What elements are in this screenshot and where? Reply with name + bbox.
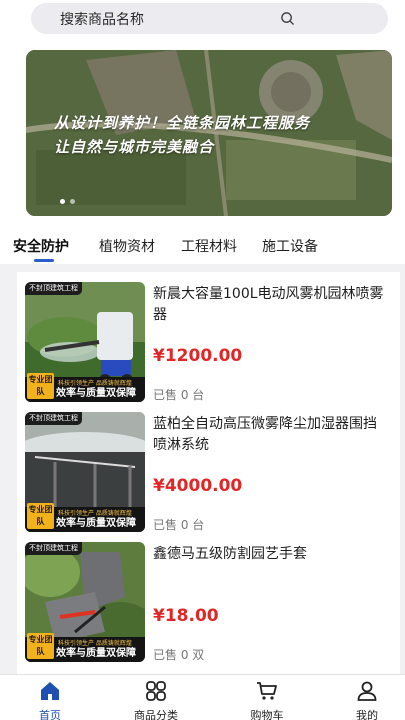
cart-icon xyxy=(257,682,277,700)
nav-mine-label: 我的 xyxy=(356,709,378,720)
product-item[interactable]: 不封顶建筑工程 专业团队 科技引领生产 品质铸就辉煌 效率与质量双保障 鑫德马五… xyxy=(17,532,400,662)
user-icon xyxy=(357,681,377,701)
thumb-top-label: 不封顶建筑工程 xyxy=(25,542,82,555)
category-tabs: 安全防护 植物资材 工程材料 施工设备 xyxy=(0,228,405,264)
product-price: ¥18.00 xyxy=(153,606,219,626)
search-bar[interactable]: 搜索商品名称 xyxy=(31,3,388,34)
active-tab-indicator xyxy=(34,259,54,262)
tab-engineering-materials[interactable]: 工程材料 xyxy=(181,236,237,256)
category-icon xyxy=(146,681,166,701)
thumb-promo-main: 效率与质量双保障 xyxy=(56,388,136,399)
product-thumbnail[interactable]: 不封顶建筑工程 专业团队 科技引领生产 品质铸就辉煌 效率与质量双保障 xyxy=(25,542,145,662)
home-icon xyxy=(41,682,59,700)
tab-plant-materials[interactable]: 植物资材 xyxy=(99,236,155,256)
banner-headline: 从设计到养护！全链条园林工程服务 xyxy=(54,114,311,132)
product-thumbnail[interactable]: 不封顶建筑工程 专业团队 科技引领生产 品质铸就辉煌 效率与质量双保障 xyxy=(25,412,145,532)
bottom-nav: 首页 商品分类 购物车 我的 xyxy=(0,674,405,720)
promo-banner[interactable]: 从设计到养护！全链条园林工程服务 让自然与城市完美融合 xyxy=(26,50,392,216)
top-panel: 搜索商品名称 从设计到养护！全链条园林工程服务 让自然与城市完美融合 xyxy=(0,0,405,228)
app-root: 搜索商品名称 从设计到养护！全链条园林工程服务 让自然与城市完美融合 安全防护 … xyxy=(0,0,405,720)
product-title[interactable]: 鑫德马五级防割园艺手套 xyxy=(153,544,385,565)
product-sold-count: 已售 0 台 xyxy=(153,388,205,402)
banner-pagination xyxy=(60,199,75,204)
nav-category-label: 商品分类 xyxy=(134,709,178,720)
team-badge: 专业团队 xyxy=(27,503,54,529)
nav-mine[interactable]: 我的 xyxy=(327,679,405,720)
side-strip xyxy=(0,0,17,228)
search-icon[interactable] xyxy=(280,11,295,26)
team-badge: 专业团队 xyxy=(27,633,54,659)
thumb-top-label: 不封顶建筑工程 xyxy=(25,282,82,295)
thumb-promo-main: 效率与质量双保障 xyxy=(56,518,136,529)
product-sold-count: 已售 0 台 xyxy=(153,518,205,532)
product-title[interactable]: 蓝柏全自动高压微雾降尘加湿器围挡喷淋系统 xyxy=(153,414,385,456)
product-price: ¥4000.00 xyxy=(153,476,243,496)
product-list: 不封顶建筑工程 专业团队 科技引领生产 品质铸就辉煌 效率与质量双保障 新晨大容… xyxy=(17,272,400,674)
product-title[interactable]: 新晨大容量100L电动风雾机园林喷雾器 xyxy=(153,284,385,326)
product-sold-count: 已售 0 双 xyxy=(153,648,205,662)
tab-safety[interactable]: 安全防护 xyxy=(13,236,69,256)
nav-home[interactable]: 首页 xyxy=(10,679,90,720)
product-item[interactable]: 不封顶建筑工程 专业团队 科技引领生产 品质铸就辉煌 效率与质量双保障 新晨大容… xyxy=(17,272,400,402)
banner-dot[interactable] xyxy=(70,199,75,204)
thumb-top-label: 不封顶建筑工程 xyxy=(25,412,82,425)
team-badge: 专业团队 xyxy=(27,373,54,399)
nav-category[interactable]: 商品分类 xyxy=(116,679,196,720)
nav-cart-label: 购物车 xyxy=(250,709,284,720)
product-thumbnail[interactable]: 不封顶建筑工程 专业团队 科技引领生产 品质铸就辉煌 效率与质量双保障 xyxy=(25,282,145,402)
product-price: ¥1200.00 xyxy=(153,346,243,366)
banner-subline: 让自然与城市完美融合 xyxy=(54,138,215,156)
nav-home-label: 首页 xyxy=(39,709,61,720)
banner-dot[interactable] xyxy=(60,199,65,204)
thumb-promo-main: 效率与质量双保障 xyxy=(56,648,136,659)
banner-image xyxy=(26,50,392,216)
search-placeholder: 搜索商品名称 xyxy=(60,11,144,28)
product-item[interactable]: 不封顶建筑工程 专业团队 科技引领生产 品质铸就辉煌 效率与质量双保障 蓝柏全自… xyxy=(17,402,400,532)
tab-construction-equipment[interactable]: 施工设备 xyxy=(262,236,318,256)
nav-cart[interactable]: 购物车 xyxy=(227,679,307,720)
